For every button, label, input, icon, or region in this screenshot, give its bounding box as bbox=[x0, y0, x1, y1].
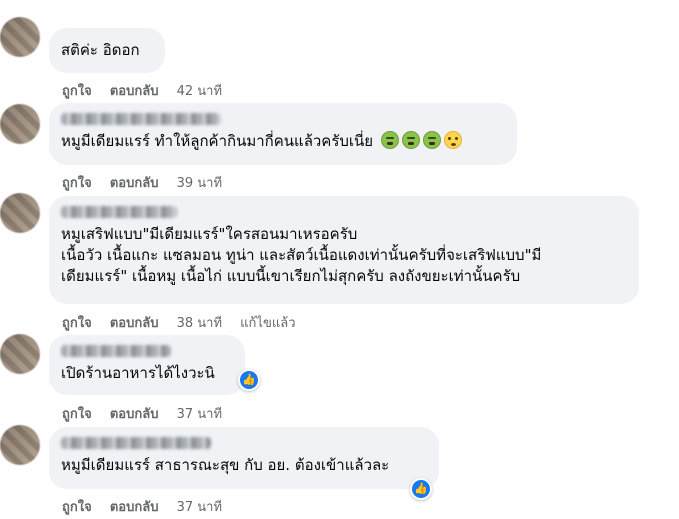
blurred-author-name bbox=[61, 345, 171, 357]
reply-link[interactable]: ตอบกลับ bbox=[110, 316, 159, 331]
avatar[interactable] bbox=[0, 425, 40, 465]
flushed-face-icon bbox=[443, 131, 462, 149]
truncated-previous-actions: ·· ··· ··· ·· ·· ·· bbox=[200, 0, 311, 5]
timestamp[interactable]: 37 นาที bbox=[177, 500, 222, 515]
like-thumb-icon: 👍 bbox=[412, 480, 430, 498]
avatar[interactable] bbox=[0, 104, 40, 144]
like-thumb-icon: 👍 bbox=[240, 371, 258, 389]
sick-face-icon bbox=[422, 131, 441, 149]
comment-actions: ถูกใจ ตอบกลับ 37 นาที bbox=[62, 496, 236, 517]
like-link[interactable]: ถูกใจ bbox=[62, 84, 92, 99]
comment-bubble: สติค่ะ อิดอก bbox=[49, 28, 165, 73]
reaction-badge[interactable]: 👍 bbox=[410, 478, 432, 500]
comment-text-line: หมูเสริฟแบบ"มีเดียมแรร์"ใครสอนมาเหรอครับ bbox=[61, 225, 358, 243]
sick-face-icon bbox=[401, 131, 420, 149]
reply-link[interactable]: ตอบกลับ bbox=[110, 176, 159, 191]
reply-link[interactable]: ตอบกลับ bbox=[110, 407, 159, 422]
avatar[interactable] bbox=[0, 334, 40, 374]
reply-link[interactable]: ตอบกลับ bbox=[110, 500, 159, 515]
reaction-badge[interactable]: 👍 bbox=[238, 369, 260, 391]
comment-bubble: เปิดร้านอาหารได้ไงวะนิ bbox=[49, 335, 245, 395]
comment-actions: ถูกใจ ตอบกลับ 38 นาที แก้ไขแล้ว bbox=[62, 312, 310, 333]
comment-text: หมูมีเดียมแรร์ ทำให้ลูกค้ากินมากี่คนแล้ว… bbox=[61, 131, 505, 152]
comment-bubble: หมูมีเดียมแรร์ ทำให้ลูกค้ากินมากี่คนแล้ว… bbox=[49, 103, 517, 165]
comment-text: หมูมีเดียมแรร์ สาธารณะสุข กับ อย. ต้องเข… bbox=[61, 456, 390, 474]
timestamp[interactable]: 42 นาที bbox=[177, 84, 222, 99]
avatar[interactable] bbox=[0, 193, 40, 233]
blurred-author-name bbox=[61, 206, 177, 218]
timestamp[interactable]: 39 นาที bbox=[177, 176, 222, 191]
comment-actions: ถูกใจ ตอบกลับ 37 นาที bbox=[62, 403, 236, 424]
comment-actions: ถูกใจ ตอบกลับ 39 นาที bbox=[62, 172, 236, 193]
comment-text: สติค่ะ อิดอก bbox=[61, 41, 140, 59]
reply-link[interactable]: ตอบกลับ bbox=[110, 84, 159, 99]
blurred-author-name bbox=[61, 437, 211, 449]
timestamp[interactable]: 37 นาที bbox=[177, 407, 222, 422]
like-link[interactable]: ถูกใจ bbox=[62, 316, 92, 331]
like-link[interactable]: ถูกใจ bbox=[62, 500, 92, 515]
like-link[interactable]: ถูกใจ bbox=[62, 176, 92, 191]
edited-label[interactable]: แก้ไขแล้ว bbox=[240, 316, 295, 331]
avatar[interactable] bbox=[0, 17, 40, 57]
comment-text-line: เนื้อวัว เนื้อแกะ แซลมอน ทูน่า และสัตว์เ… bbox=[61, 246, 542, 264]
comment-bubble: หมูมีเดียมแรร์ สาธารณะสุข กับ อย. ต้องเข… bbox=[49, 427, 439, 489]
comment-bubble: หมูเสริฟแบบ"มีเดียมแรร์"ใครสอนมาเหรอครับ… bbox=[49, 196, 639, 304]
comment-text-line: เดียมแรร์" เนื้อหมู เนื้อไก่ แบบนี้เขาเร… bbox=[61, 267, 521, 285]
sick-face-icon bbox=[380, 131, 399, 149]
comment-text-line: หมูมีเดียมแรร์ ทำให้ลูกค้ากินมากี่คนแล้ว… bbox=[61, 132, 374, 150]
comment-actions: ถูกใจ ตอบกลับ 42 นาที bbox=[62, 80, 236, 101]
comment-text: เปิดร้านอาหารได้ไงวะนิ bbox=[61, 364, 215, 382]
blurred-author-name bbox=[61, 113, 221, 125]
timestamp[interactable]: 38 นาที bbox=[177, 316, 222, 331]
like-link[interactable]: ถูกใจ bbox=[62, 407, 92, 422]
